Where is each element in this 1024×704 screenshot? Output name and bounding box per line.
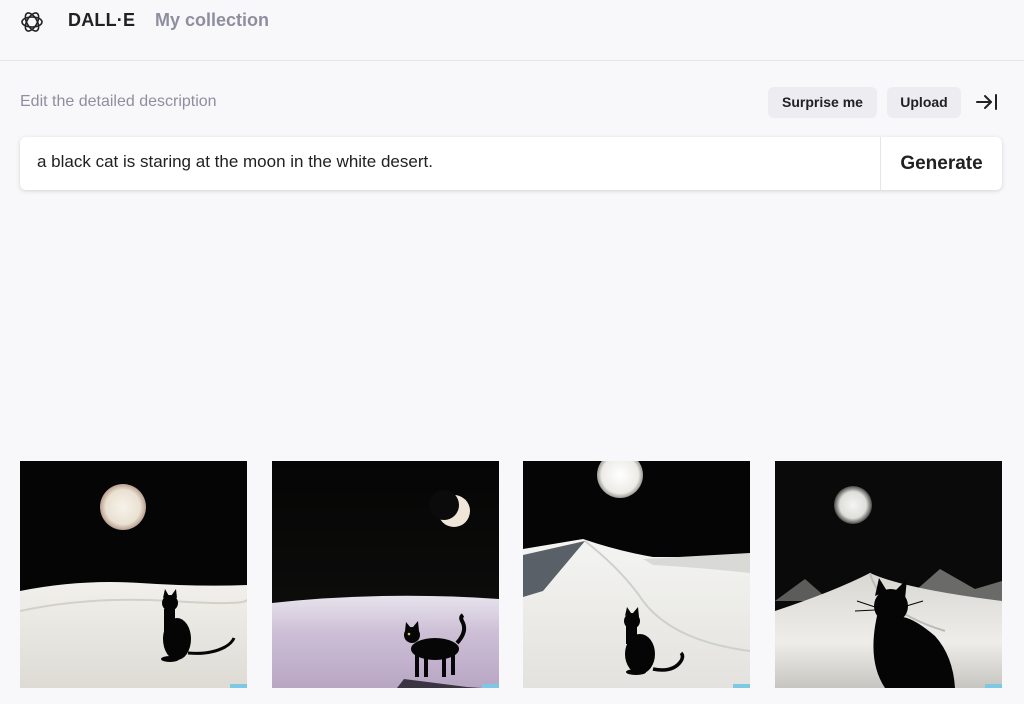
prompt-input[interactable]: a black cat is staring at the moon in th… <box>37 152 433 172</box>
result-image-1[interactable] <box>20 461 247 688</box>
nav-my-collection[interactable]: My collection <box>155 10 269 31</box>
top-bar: DALL·E My collection <box>0 0 1024 61</box>
result-image-3[interactable] <box>523 461 750 688</box>
result-image-4[interactable] <box>775 461 1002 688</box>
surprise-me-button[interactable]: Surprise me <box>768 87 877 118</box>
openai-logo-icon[interactable] <box>19 9 45 35</box>
brand-title[interactable]: DALL·E <box>68 10 135 31</box>
collapse-right-icon[interactable] <box>975 92 999 112</box>
upload-button[interactable]: Upload <box>887 87 961 118</box>
generate-button[interactable]: Generate <box>880 137 1002 190</box>
prompt-bar: a black cat is staring at the moon in th… <box>20 137 1002 190</box>
edit-description-label: Edit the detailed description <box>20 93 217 110</box>
result-image-2[interactable] <box>272 461 499 688</box>
